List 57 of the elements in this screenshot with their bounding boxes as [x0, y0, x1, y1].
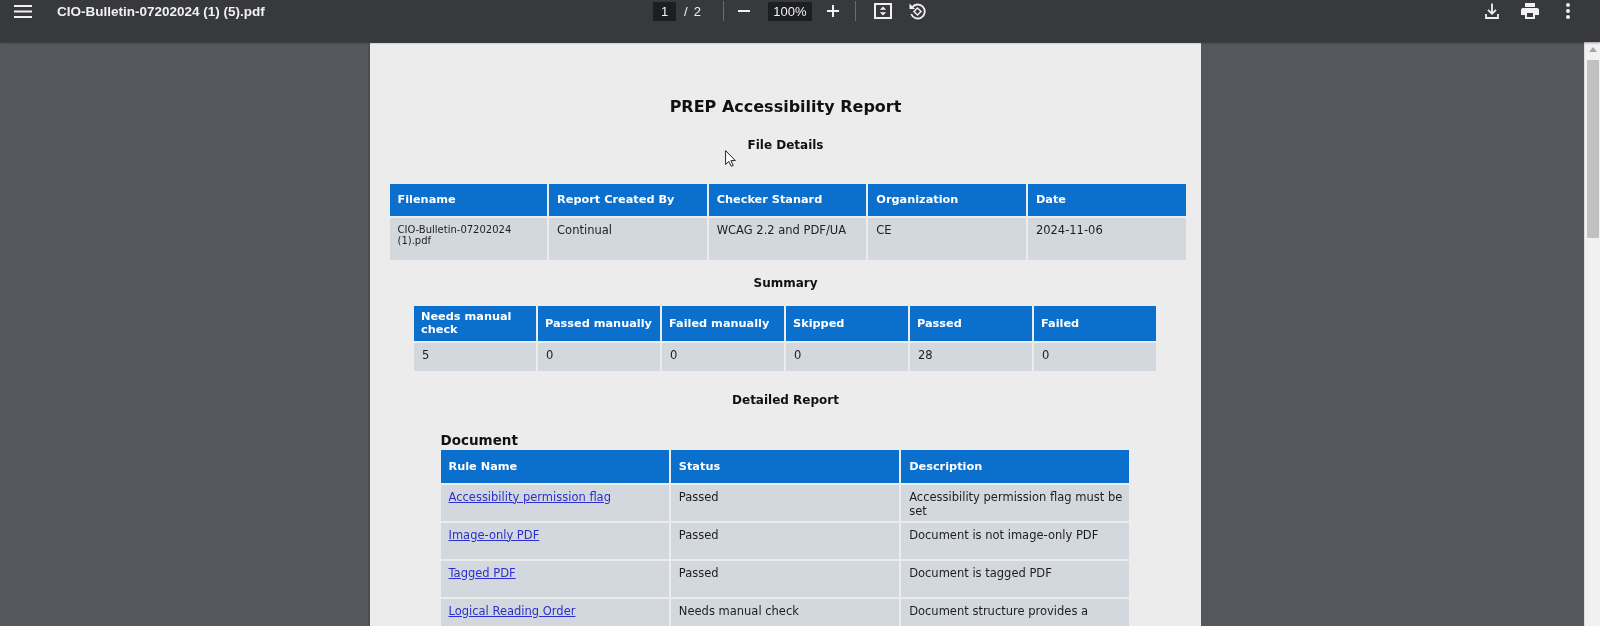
table-cell: Passed: [670, 560, 900, 597]
more-icon: [1565, 3, 1570, 19]
page-number-field[interactable]: 1: [653, 1, 676, 21]
column-header: Checker Stanard: [708, 183, 867, 216]
column-header: Passed manually: [538, 305, 660, 341]
printer-icon: [1520, 3, 1539, 19]
table-cell: 28: [910, 342, 1032, 371]
column-header: Failed: [1034, 305, 1156, 341]
column-header: Rule Name: [440, 449, 669, 483]
table-cell: CIO-Bulletin-07202024 (1).pdf: [389, 217, 548, 260]
table-cell: Needs manual check: [670, 598, 900, 626]
menu-icon: [14, 4, 32, 18]
table-cell: Passed: [670, 522, 900, 559]
column-header: Needs manual check: [414, 305, 536, 341]
table-cell: 5: [414, 342, 536, 371]
minus-icon: [737, 10, 750, 12]
table-cell: 2024-11-06: [1027, 217, 1186, 260]
section-title: Detailed Report: [732, 393, 839, 408]
column-header: Date: [1027, 183, 1186, 216]
table-cell: 0: [786, 342, 908, 371]
column-header: Passed: [910, 305, 1032, 341]
table-cell: 0: [1034, 342, 1156, 371]
rule-link[interactable]: Logical Reading Order: [448, 603, 576, 618]
table-cell: 0: [662, 342, 784, 371]
section-title: Summary: [753, 275, 818, 291]
table-cell: Document is not image-only PDF: [901, 522, 1130, 559]
column-header: Report Created By: [549, 183, 707, 216]
file-title: CIO-Bulletin-07202024 (1) (5).pdf: [57, 3, 265, 19]
table-cell: Continual: [549, 217, 707, 260]
rule-link[interactable]: Tagged PDF: [448, 565, 516, 580]
column-header: Description: [901, 449, 1130, 483]
table-cell: WCAG 2.2 and PDF/UA: [708, 217, 867, 260]
table-cell: Passed: [670, 484, 900, 521]
plus-icon: [826, 5, 839, 17]
rule-link[interactable]: Accessibility permission flag: [448, 489, 611, 504]
column-header: Filename: [389, 183, 548, 216]
download-icon: [1484, 3, 1499, 19]
column-header: Skipped: [786, 305, 908, 341]
rule-link[interactable]: Image-only PDF: [448, 527, 540, 542]
scrollbar-thumb[interactable]: [1586, 60, 1599, 238]
table-cell: Document is tagged PDF: [901, 560, 1130, 597]
table-cell: Document structure provides a: [901, 598, 1130, 626]
column-header: Status: [670, 449, 900, 483]
section-title: File Details: [747, 138, 824, 153]
mouse-pointer-icon: [725, 150, 736, 167]
report-title: PREP Accessibility Report: [668, 97, 903, 116]
table-cell: CE: [868, 217, 1026, 260]
table-cell: 0: [538, 342, 660, 371]
group-heading: Document: [440, 431, 518, 448]
zoom-field[interactable]: 100%: [767, 1, 812, 21]
rotate-icon: [907, 2, 926, 20]
fit-page-icon: [873, 3, 892, 19]
page-separator: /: [684, 3, 688, 19]
column-header: Failed manually: [662, 305, 784, 341]
page-total: 2: [693, 3, 701, 19]
column-header: Organization: [868, 183, 1026, 216]
table-cell: Accessibility permission flag must be set: [901, 484, 1130, 521]
